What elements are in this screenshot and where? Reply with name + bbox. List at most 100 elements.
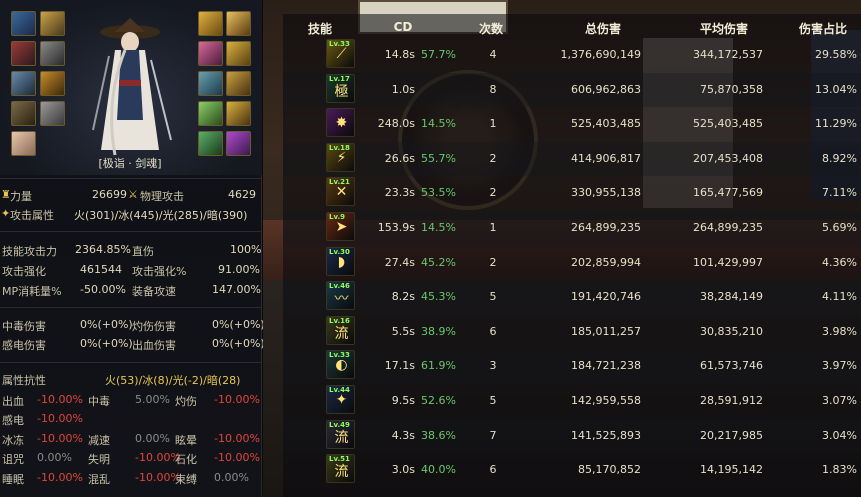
skill-level-label: Lv.18 [329,144,350,152]
header-skill: 技能 [307,22,332,36]
avg-damage-value: 28,591,912 [700,394,763,407]
skill-level-label: Lv.33 [329,40,350,48]
equip-slot-icon[interactable] [198,41,223,66]
total-damage-value: 1,376,690,149 [560,48,641,61]
skill-row[interactable]: ➤ Lv.9 153.9s 14.5% 1 264,899,235 264,899,235 5… [283,211,861,245]
damage-share-value: 4.36% [822,256,857,269]
skill-row[interactable]: ◗ Lv.30 27.4s 45.2% 2 202,859,994 101,429,997 4… [283,246,861,280]
equip-slot-icon[interactable] [11,131,36,156]
equip-slot-icon[interactable] [40,71,65,96]
equip-slot-icon[interactable] [40,101,65,126]
skill-row[interactable]: ✸ 248.0s 14.5% 1 525,403,485 525,403,485 11.29… [283,107,861,141]
skill-icon[interactable]: ⚡ Lv.18 [326,143,355,172]
total-damage-value: 606,962,863 [571,83,641,96]
cd-value: 17.1s [384,359,415,372]
skill-level-label: Lv.46 [329,282,350,290]
character-class-name: [极诣 · 剑魂] [98,157,162,170]
damage-share-value: 3.98% [822,325,857,338]
skill-icon[interactable]: 流 Lv.16 [326,316,355,345]
equip-slot-icon[interactable] [40,11,65,36]
cd-value: 8.2s [391,290,415,303]
skill-row[interactable]: ⟋ Lv.33 14.8s 57.7% 4 1,376,690,149 344,172,53… [283,38,861,72]
equip-slot-icon[interactable] [226,41,251,66]
cd-value: 1.0s [391,83,415,96]
damage-share-value: 13.04% [815,83,857,96]
skill-row[interactable]: 流 Lv.16 5.5s 38.9% 6 185,011,257 30,835,210 3.9… [283,315,861,349]
atk-attr-icon: ✦ [1,207,11,220]
skill-icon[interactable]: ➤ Lv.9 [326,212,355,241]
ailment-name: 诅咒 [2,453,24,466]
ailment-value: -10.00% [214,451,260,464]
poison-value: 0%(+0%) [80,318,133,331]
equip-slot-icon[interactable] [198,11,223,36]
cd-value: 153.9s [377,221,415,234]
phys-atk-value: 4629 [228,188,256,201]
cd-value: 3.0s [391,463,415,476]
avg-damage-value: 61,573,746 [700,359,763,372]
equip-slot-icon[interactable] [11,71,36,96]
equip-slot-icon[interactable] [198,71,223,96]
skill-glyph-icon: ◗ [337,254,346,270]
stat-row-poison: 中毒伤害 0%(+0%) 灼伤伤害 0%(+0%) [0,317,265,334]
skill-row[interactable]: 〰 Lv.46 8.2s 45.3% 5 191,420,746 38,284,149 4.1… [283,280,861,314]
total-damage-value: 142,959,558 [571,394,641,407]
skill-icon[interactable]: 〰 Lv.46 [326,281,355,310]
skill-glyph-icon: 流 [334,464,349,480]
equip-slot-icon[interactable] [226,131,251,156]
skill-row[interactable]: 極 Lv.17 1.0s 8 606,962,863 75,870,358 13.04% [283,73,861,107]
ailment-value: -10.00% [37,393,83,406]
equip-slot-icon[interactable] [226,71,251,96]
total-damage-value: 330,955,138 [571,186,641,199]
skill-glyph-icon: 極 [334,84,349,100]
avg-damage-value: 264,899,235 [693,221,763,234]
skill-row[interactable]: ⚡ Lv.18 26.6s 55.7% 2 414,906,817 207,453,408 8… [283,142,861,176]
total-damage-value: 191,420,746 [571,290,641,303]
equip-slot-icon[interactable] [11,41,36,66]
skill-row[interactable]: 流 Lv.49 4.3s 38.6% 7 141,525,893 20,217,985 3.0… [283,419,861,453]
bleed-value: 0%(+0%) [212,337,265,350]
skill-icon[interactable]: ✸ [326,108,355,137]
skill-icon[interactable]: ✕ Lv.21 [326,177,355,206]
ailment-value: -10.00% [214,432,260,445]
equip-slot-icon[interactable] [198,131,223,156]
cast-count-value: 1 [489,117,497,130]
cast-count-value: 8 [489,83,497,96]
damage-share-value: 5.69% [822,221,857,234]
ailment-value: -10.00% [214,393,260,406]
ailment-name: 灼伤 [175,395,197,408]
equip-slot-icon[interactable] [198,101,223,126]
skill-row[interactable]: ◐ Lv.33 17.1s 61.9% 3 184,721,238 61,573,746 3.… [283,349,861,383]
skill-level-label: Lv.44 [329,386,350,394]
skill-row[interactable]: ✕ Lv.21 23.3s 53.5% 2 330,955,138 165,477,569 7… [283,176,861,210]
equip-slot-icon[interactable] [226,11,251,36]
ailment-row: 睡眠 -10.00% 混乱 -10.00% 束缚 0.00% [0,470,262,487]
damage-stats-panel: 技能 CD 次数 总伤害 平均伤害 伤害占比 ⟋ Lv.33 14.8s 57.7% 4… [263,0,861,497]
ailment-value: -10.00% [37,412,83,425]
equip-slot-icon[interactable] [226,101,251,126]
ailment-name: 睡眠 [2,473,24,486]
skill-icon[interactable]: ⟋ Lv.33 [326,39,355,68]
skill-level-label: Lv.21 [329,178,350,186]
skill-icon[interactable]: 極 Lv.17 [326,74,355,103]
avg-damage-value: 207,453,408 [693,152,763,165]
burn-value: 0%(+0%) [212,318,265,331]
avg-damage-value: 20,217,985 [700,429,763,442]
equip-slot-icon[interactable] [40,41,65,66]
cd-value: 248.0s [377,117,415,130]
skill-icon[interactable]: ◗ Lv.30 [326,247,355,276]
direct-value: 100% [230,243,262,256]
skill-row[interactable]: 流 Lv.51 3.0s 40.0% 6 85,170,852 14,195,142 1.83… [283,453,861,487]
skill-icon[interactable]: 流 Lv.51 [326,454,355,483]
skill-row[interactable]: ✦ Lv.44 9.5s 52.6% 5 142,959,558 28,591,912 3.0… [283,384,861,418]
poison-label: 中毒伤害 [2,320,46,333]
damage-share-value: 3.07% [822,394,857,407]
stat-row-atk-attr: ✦ 攻击属性 火(301)/冰(445)/光(285)/暗(390) [0,206,262,223]
skill-glyph-icon: 流 [334,326,349,342]
stat-row-resist: 属性抗性 火(53)/冰(8)/光(-2)/暗(28) [0,371,262,388]
ailment-name: 中毒 [88,395,110,408]
equip-slot-icon[interactable] [11,101,36,126]
skill-icon[interactable]: ✦ Lv.44 [326,385,355,414]
skill-icon[interactable]: 流 Lv.49 [326,420,355,449]
equip-slot-icon[interactable] [11,11,36,36]
skill-icon[interactable]: ◐ Lv.33 [326,350,355,379]
